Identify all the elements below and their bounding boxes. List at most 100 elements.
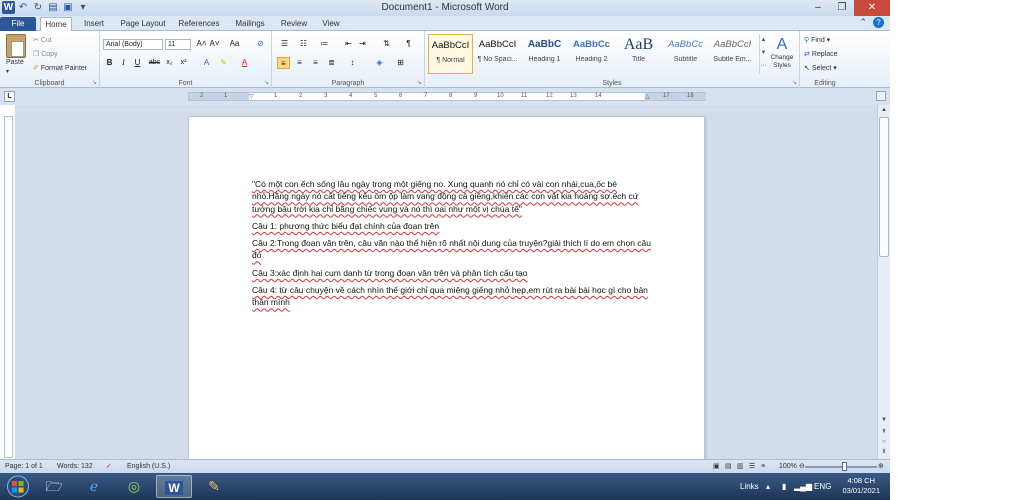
- previous-page-icon[interactable]: ⇞: [878, 427, 890, 437]
- shading-icon[interactable]: ◈: [373, 57, 386, 69]
- restore-button[interactable]: ❐: [830, 0, 854, 16]
- outline-view-icon[interactable]: ☰: [749, 460, 755, 473]
- strikethrough-icon[interactable]: abc: [148, 57, 161, 69]
- text-effects-icon[interactable]: A: [200, 57, 213, 69]
- tab-references[interactable]: References: [175, 17, 223, 31]
- zoom-slider[interactable]: [805, 466, 877, 468]
- minimize-button[interactable]: –: [806, 0, 830, 16]
- gallery-up-icon[interactable]: ▲: [760, 34, 767, 47]
- italic-icon[interactable]: I: [117, 57, 130, 69]
- copy-button[interactable]: ❐ Copy: [33, 50, 58, 58]
- highlight-color-icon[interactable]: ✎: [217, 57, 230, 69]
- scroll-down-icon[interactable]: ▼: [878, 415, 890, 425]
- language-indicator[interactable]: English (U.S.): [127, 460, 170, 473]
- explorer-taskbar-icon[interactable]: 🗁: [36, 475, 72, 498]
- style-normal[interactable]: AaBbCcI ¶ Normal: [428, 34, 473, 74]
- format-painter-button[interactable]: ✐ Format Painter: [33, 64, 87, 72]
- tab-review[interactable]: Review: [277, 17, 311, 31]
- scroll-thumb[interactable]: [879, 117, 889, 257]
- scroll-up-icon[interactable]: ▲: [878, 105, 890, 115]
- close-button[interactable]: ✕: [854, 0, 890, 16]
- font-name-combo[interactable]: Arial (Body): [103, 39, 163, 50]
- shrink-font-icon[interactable]: A˅: [208, 38, 221, 50]
- tab-insert[interactable]: Insert: [78, 17, 110, 31]
- first-line-indent-marker[interactable]: ▽: [249, 93, 254, 100]
- superscript-icon[interactable]: x²: [177, 57, 190, 69]
- tab-file[interactable]: File: [0, 17, 36, 31]
- paragraph-launcher-icon[interactable]: ↘: [417, 79, 422, 86]
- cut-button[interactable]: ✂ Cut: [33, 36, 52, 44]
- print-layout-icon[interactable]: ▣: [713, 460, 720, 473]
- paste-button[interactable]: Paste: [6, 59, 24, 66]
- horizontal-ruler[interactable]: 2 1 ▽ 1 2 3 4 5 6 7 8 9 10 11 12 13 14 △…: [188, 92, 706, 101]
- word-count[interactable]: Words: 132: [57, 460, 93, 473]
- line-spacing-icon[interactable]: ↕: [346, 57, 359, 69]
- change-case-icon[interactable]: Aa: [228, 38, 241, 50]
- tab-page-layout[interactable]: Page Layout: [116, 17, 170, 31]
- justify-icon[interactable]: ≣: [325, 57, 338, 69]
- word-taskbar-icon[interactable]: W: [156, 475, 192, 498]
- underline-icon[interactable]: U: [131, 57, 144, 69]
- web-layout-icon[interactable]: ▥: [737, 460, 744, 473]
- style-title[interactable]: AaB Title: [616, 34, 661, 74]
- paste-dropdown-icon[interactable]: ▾: [6, 68, 9, 75]
- replace-button[interactable]: ⇄ Replace: [804, 50, 838, 58]
- grow-font-icon[interactable]: A˄: [195, 38, 208, 50]
- style-subtle-emphasis[interactable]: AaBbCcI Subtle Em...: [710, 34, 755, 74]
- select-browse-object-icon[interactable]: ○: [878, 437, 890, 447]
- help-icon[interactable]: ?: [873, 17, 884, 28]
- right-indent-marker[interactable]: △: [645, 93, 650, 100]
- tab-selector[interactable]: L: [4, 91, 15, 102]
- style-heading-2[interactable]: AaBbCc Heading 2: [569, 34, 614, 74]
- proofing-icon[interactable]: ✓: [106, 460, 112, 473]
- style-subtitle[interactable]: AaBbCc Subtitle: [663, 34, 708, 74]
- tab-mailings[interactable]: Mailings: [229, 17, 271, 31]
- clear-formatting-icon[interactable]: ⊘: [254, 38, 267, 50]
- next-page-icon[interactable]: ⇟: [878, 447, 890, 457]
- subscript-icon[interactable]: x₂: [163, 57, 176, 69]
- align-left-icon[interactable]: ≡: [277, 57, 290, 69]
- gallery-down-icon[interactable]: ▼: [760, 47, 767, 60]
- multilevel-list-icon[interactable]: ≔: [318, 38, 331, 50]
- paste-icon[interactable]: [6, 34, 26, 58]
- document-page[interactable]: "Có một con ếch sống lâu ngày trong một …: [188, 116, 705, 459]
- font-size-combo[interactable]: 11: [165, 39, 191, 50]
- paint-taskbar-icon[interactable]: ✎: [196, 475, 232, 498]
- tab-view[interactable]: View: [317, 17, 345, 31]
- page-count[interactable]: Page: 1 of 1: [5, 460, 43, 473]
- align-center-icon[interactable]: ≡: [293, 57, 306, 69]
- zoom-in-icon[interactable]: ⊕: [878, 460, 884, 473]
- zoom-slider-handle[interactable]: [842, 462, 847, 471]
- align-right-icon[interactable]: ≡: [309, 57, 322, 69]
- styles-gallery-scroll[interactable]: ▲ ▼ ⋯: [759, 34, 767, 74]
- network-signal-icon[interactable]: ▂▄▆: [794, 482, 812, 491]
- view-ruler-icon[interactable]: [876, 91, 886, 101]
- bold-icon[interactable]: B: [103, 57, 116, 69]
- tray-expand-icon[interactable]: ▴: [766, 482, 770, 491]
- numbering-icon[interactable]: ☷: [297, 38, 310, 50]
- show-hide-marks-icon[interactable]: ¶: [402, 38, 415, 50]
- select-button[interactable]: ↖ Select ▾: [804, 64, 837, 72]
- decrease-indent-icon[interactable]: ⇤: [342, 38, 355, 50]
- borders-icon[interactable]: ⊞: [394, 57, 407, 69]
- gallery-more-icon[interactable]: ⋯: [760, 60, 767, 73]
- change-styles-button[interactable]: A Change Styles: [767, 36, 797, 70]
- input-language[interactable]: ENG: [814, 482, 831, 491]
- links-toolbar[interactable]: Links: [740, 482, 759, 491]
- font-launcher-icon[interactable]: ↘: [264, 79, 269, 86]
- sort-icon[interactable]: ⇅: [380, 38, 393, 50]
- style-no-spacing[interactable]: AaBbCcI ¶ No Spaci...: [475, 34, 520, 74]
- system-clock[interactable]: 4:08 CH 03/01/2021: [842, 476, 880, 496]
- start-button[interactable]: [6, 475, 30, 498]
- find-button[interactable]: ⚲ Find ▾: [804, 36, 830, 44]
- vertical-scrollbar[interactable]: ▲ ▼ ⇞ ○ ⇟: [877, 105, 890, 459]
- browser-taskbar-icon[interactable]: ◎: [116, 475, 152, 498]
- increase-indent-icon[interactable]: ⇥: [356, 38, 369, 50]
- zoom-level[interactable]: 100%: [779, 460, 797, 473]
- full-screen-reading-icon[interactable]: ▤: [725, 460, 732, 473]
- font-color-icon[interactable]: A: [238, 57, 251, 69]
- style-heading-1[interactable]: AaBbC Heading 1: [522, 34, 567, 74]
- draft-view-icon[interactable]: ≡: [761, 460, 765, 473]
- battery-icon[interactable]: ▮: [782, 482, 786, 491]
- zoom-out-icon[interactable]: ⊖: [799, 460, 805, 473]
